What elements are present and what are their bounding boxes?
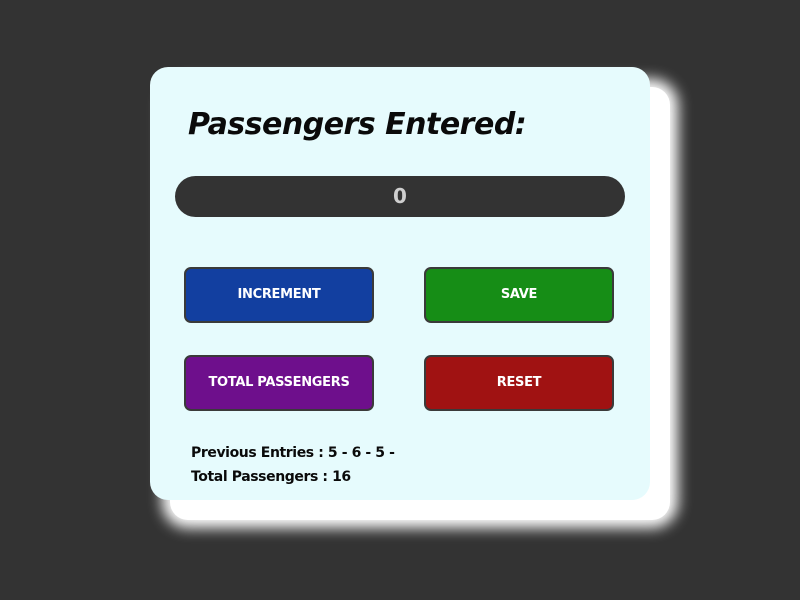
passenger-counter-card: Passengers Entered: 0 INCREMENT SAVE TOT… [150, 67, 650, 500]
reset-button[interactable]: RESET [424, 355, 614, 411]
previous-entries-text: Previous Entries : 5 - 6 - 5 - [191, 445, 395, 461]
increment-button[interactable]: INCREMENT [184, 267, 374, 323]
count-display: 0 [175, 176, 625, 217]
total-passengers-text: Total Passengers : 16 [191, 469, 351, 485]
save-button[interactable]: SAVE [424, 267, 614, 323]
total-passengers-button[interactable]: TOTAL PASSENGERS [184, 355, 374, 411]
page-title: Passengers Entered: [188, 107, 527, 142]
